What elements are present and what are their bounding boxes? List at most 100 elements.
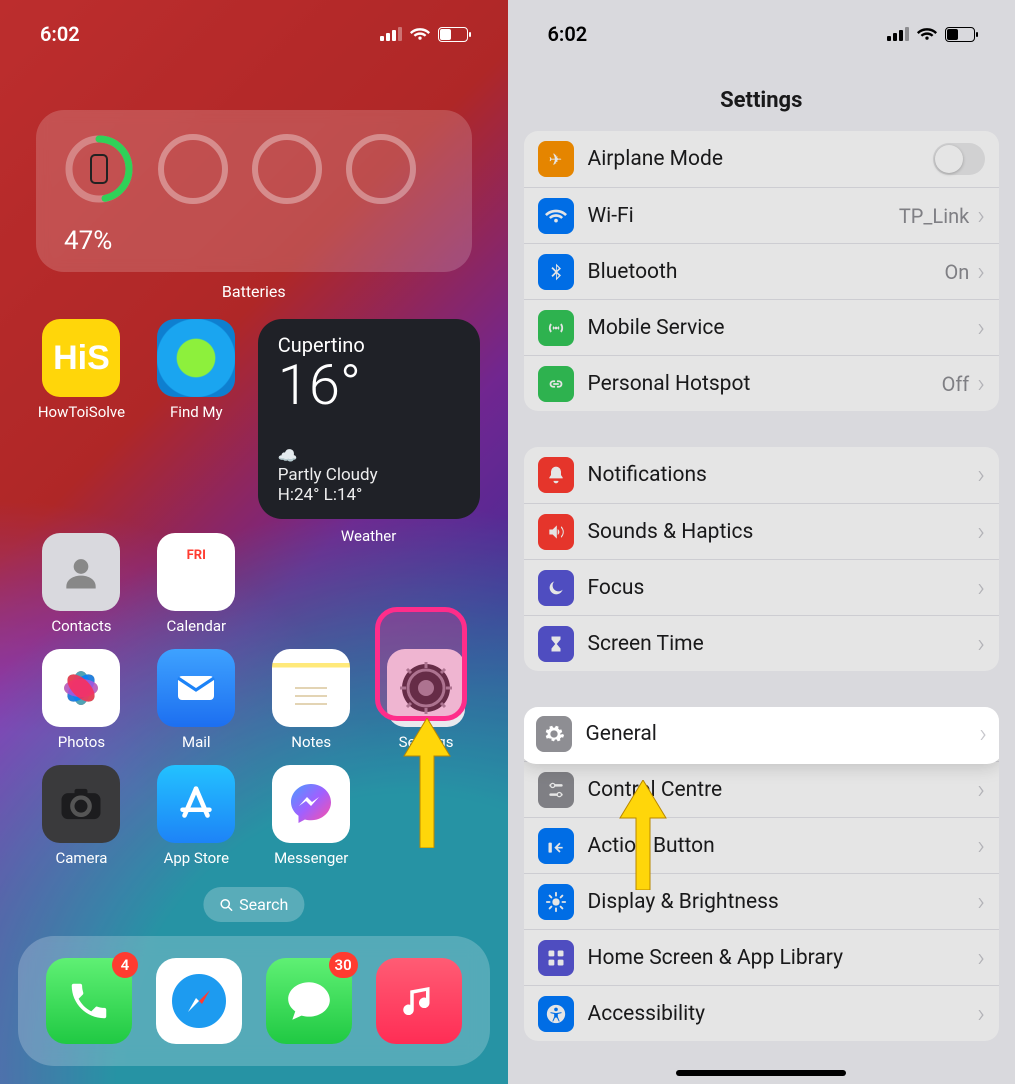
status-bar: 6:02 xyxy=(508,0,1015,54)
chevron-icon: › xyxy=(977,629,985,659)
mail-icon xyxy=(157,649,235,727)
brightness-icon xyxy=(538,884,574,920)
row-bluetooth[interactable]: Bluetooth On › xyxy=(524,243,1000,299)
row-general[interactable]: General › xyxy=(524,707,1000,762)
chevron-icon: › xyxy=(977,201,985,231)
dock-music[interactable] xyxy=(376,958,462,1044)
battery-icon xyxy=(945,27,975,42)
hotspot-icon xyxy=(538,366,574,402)
hotspot-value: Off xyxy=(942,372,970,396)
home-indicator[interactable] xyxy=(676,1070,846,1076)
app-mail[interactable]: Mail xyxy=(143,649,250,751)
weather-hilo: H:24° L:14° xyxy=(278,485,460,505)
weather-cond: Partly Cloudy xyxy=(278,465,460,485)
action-button-icon xyxy=(538,828,574,864)
accessibility-icon xyxy=(538,996,574,1032)
settings-icon xyxy=(387,649,465,727)
chevron-icon: › xyxy=(977,999,985,1029)
bell-icon xyxy=(538,457,574,493)
contacts-icon xyxy=(42,533,120,611)
status-time: 6:02 xyxy=(40,22,80,46)
chevron-icon: › xyxy=(977,517,985,547)
home-screen-panel: 6:02 47% Batteries HiSHowToiSolve xyxy=(0,0,508,1084)
gear-icon xyxy=(536,716,572,752)
widget-label: Batteries xyxy=(0,282,508,301)
app-appstore[interactable]: App Store xyxy=(143,765,250,867)
row-focus[interactable]: Focus › xyxy=(524,559,1000,615)
app-settings[interactable]: Settings xyxy=(373,649,480,751)
wifi-icon xyxy=(917,24,937,44)
row-sounds[interactable]: Sounds & Haptics › xyxy=(524,503,1000,559)
bluetooth-value: On xyxy=(944,260,969,284)
status-time: 6:02 xyxy=(548,22,588,46)
chevron-icon: › xyxy=(979,719,987,749)
row-personal-hotspot[interactable]: Personal Hotspot Off › xyxy=(524,355,1000,411)
messages-icon: 30 xyxy=(266,958,352,1044)
photos-icon xyxy=(42,649,120,727)
battery-ring-empty xyxy=(158,134,228,204)
batteries-widget[interactable]: 47% xyxy=(36,110,472,272)
chevron-icon: › xyxy=(977,943,985,973)
safari-icon xyxy=(156,958,242,1044)
his-icon: HiS xyxy=(42,319,120,397)
wifi-value: TP_Link xyxy=(899,204,969,228)
cellular-icon xyxy=(887,27,909,41)
music-icon xyxy=(376,958,462,1044)
messenger-icon xyxy=(272,765,350,843)
notes-icon xyxy=(272,649,350,727)
settings-group-network: ✈ Airplane Mode Wi-Fi TP_Link › Bluetoot… xyxy=(524,131,1000,411)
weather-widget[interactable]: Cupertino 16° ☁️ Partly Cloudy H:24° L:1… xyxy=(258,319,480,519)
dock-safari[interactable] xyxy=(156,958,242,1044)
cellular-row-icon xyxy=(538,310,574,346)
app-calendar[interactable]: FRI20Calendar xyxy=(143,533,250,635)
chevron-icon: › xyxy=(977,313,985,343)
settings-panel: 6:02 Settings ✈ Airplane Mode Wi-Fi TP_L… xyxy=(508,0,1015,1084)
app-contacts[interactable]: Contacts xyxy=(28,533,135,635)
chevron-icon: › xyxy=(977,831,985,861)
row-wifi[interactable]: Wi-Fi TP_Link › xyxy=(524,187,1000,243)
chevron-icon: › xyxy=(977,775,985,805)
app-photos[interactable]: Photos xyxy=(28,649,135,751)
search-pill[interactable]: Search xyxy=(203,887,304,922)
app-messenger[interactable]: Messenger xyxy=(258,765,365,867)
phone-icon xyxy=(64,134,134,204)
app-findmy[interactable]: Find My xyxy=(143,319,250,519)
dock: 4 30 xyxy=(18,936,490,1066)
settings-group-alerts: Notifications › Sounds & Haptics › Focus… xyxy=(524,447,1000,671)
app-notes[interactable]: Notes xyxy=(258,649,365,751)
airplane-icon: ✈ xyxy=(538,141,574,177)
row-screen-time[interactable]: Screen Time › xyxy=(524,615,1000,671)
battery-icon xyxy=(438,27,468,42)
appstore-icon xyxy=(157,765,235,843)
chevron-icon: › xyxy=(977,257,985,287)
row-action-button[interactable]: Action Button › xyxy=(524,817,1000,873)
row-airplane-mode[interactable]: ✈ Airplane Mode xyxy=(524,131,1000,187)
row-notifications[interactable]: Notifications › xyxy=(524,447,1000,503)
dock-phone[interactable]: 4 xyxy=(46,958,132,1044)
dock-messages[interactable]: 30 xyxy=(266,958,352,1044)
chevron-icon: › xyxy=(977,887,985,917)
moon-icon xyxy=(538,570,574,606)
status-bar: 6:02 xyxy=(0,0,508,54)
cloud-icon: ☁️ xyxy=(278,446,460,465)
page-title: Settings xyxy=(508,54,1015,131)
airplane-toggle[interactable] xyxy=(933,143,985,175)
hourglass-icon xyxy=(538,626,574,662)
row-control-centre[interactable]: Control Centre › xyxy=(524,761,1000,817)
row-display-brightness[interactable]: Display & Brightness › xyxy=(524,873,1000,929)
phone-app-icon: 4 xyxy=(46,958,132,1044)
app-camera[interactable]: Camera xyxy=(28,765,135,867)
row-accessibility[interactable]: Accessibility › xyxy=(524,985,1000,1041)
row-home-screen[interactable]: Home Screen & App Library › xyxy=(524,929,1000,985)
wifi-row-icon xyxy=(538,198,574,234)
row-mobile-service[interactable]: Mobile Service › xyxy=(524,299,1000,355)
messages-badge: 30 xyxy=(329,952,358,978)
search-label: Search xyxy=(239,895,288,914)
battery-ring-empty xyxy=(252,134,322,204)
grid-icon xyxy=(538,940,574,976)
cellular-icon xyxy=(380,27,402,41)
battery-ring-phone xyxy=(64,134,134,204)
sliders-icon xyxy=(538,772,574,808)
weather-label: Weather xyxy=(258,527,480,635)
app-howtoisolve[interactable]: HiSHowToiSolve xyxy=(28,319,135,519)
